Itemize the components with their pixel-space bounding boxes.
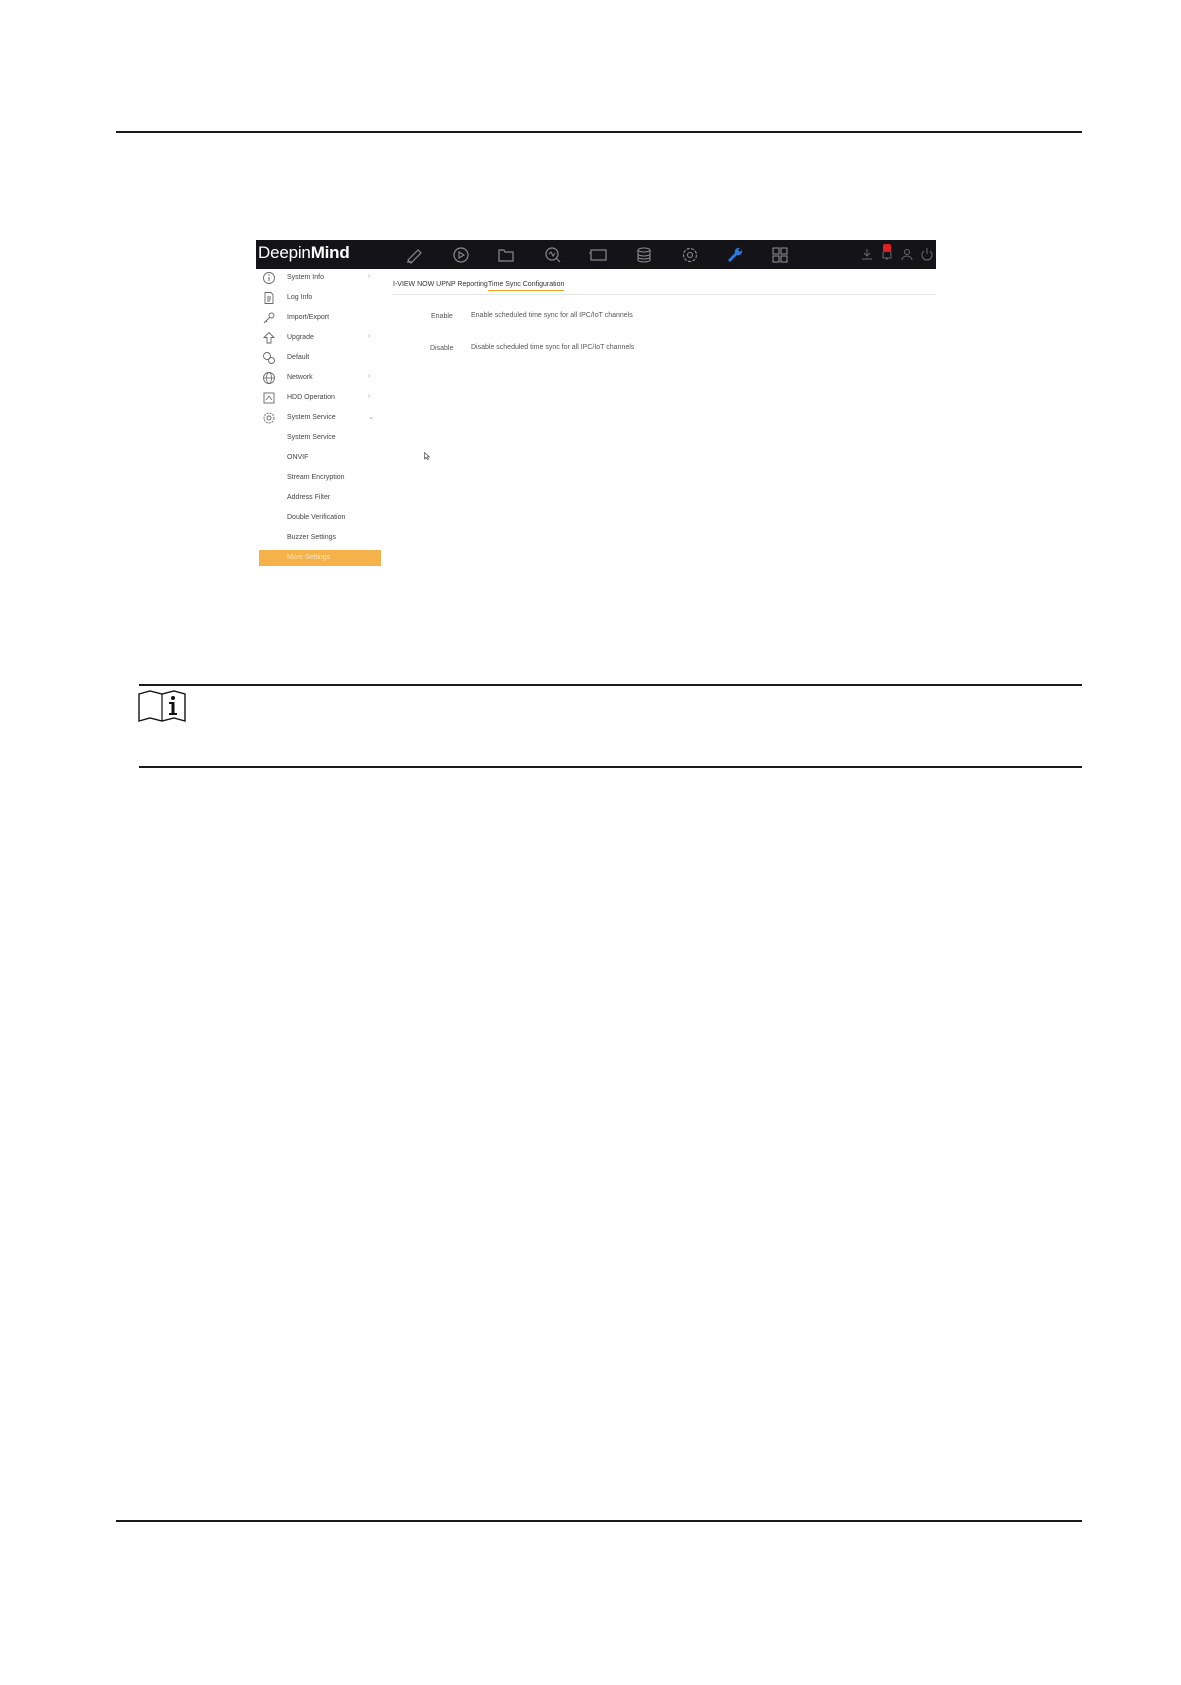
sidebar-item-log-info[interactable]: Log Info — [256, 289, 381, 308]
sidebar-item-label: Default — [287, 354, 310, 361]
app-screenshot: DeepinMind System Info › Log Info Import… — [256, 240, 936, 622]
top-bar: DeepinMind — [256, 240, 936, 269]
sidebar-item-default[interactable]: Default — [256, 349, 381, 368]
sidebar-item-upgrade[interactable]: Upgrade › — [256, 329, 381, 348]
download-icon[interactable] — [860, 247, 874, 261]
playback-icon[interactable] — [451, 245, 471, 265]
header-rule — [116, 131, 1082, 133]
sidebar-item-system-info[interactable]: System Info › — [256, 269, 381, 288]
globe-icon — [262, 371, 276, 385]
tab-time-sync-configuration[interactable]: Time Sync Configuration — [488, 281, 565, 291]
note-bottom-rule — [139, 766, 1082, 768]
sidebar-item-label: Network — [287, 374, 313, 381]
storage-icon[interactable] — [634, 245, 654, 265]
sidebar-item-label: Upgrade — [287, 334, 314, 341]
sidebar-item-hdd-operation[interactable]: HDD Operation › — [256, 389, 381, 408]
tab-upnp-reporting[interactable]: I-VIEW NOW UPNP Reporting — [393, 281, 488, 288]
mouse-cursor-icon — [424, 447, 431, 460]
chevron-right-icon: › — [368, 273, 371, 280]
chevron-down-icon: ⌄ — [368, 414, 374, 421]
chevron-right-icon: › — [368, 373, 371, 380]
chevron-right-icon: › — [368, 333, 371, 340]
enable-description: Enable scheduled time sync for all IPC/I… — [471, 312, 633, 319]
sidebar: System Info › Log Info Import/Export Upg… — [256, 269, 381, 622]
more-grid-icon[interactable] — [770, 245, 790, 265]
alarm-badge — [883, 244, 891, 252]
sidebar-subitem-label: Double Verification — [287, 514, 346, 521]
sidebar-item-label: Import/Export — [287, 314, 330, 321]
display-icon[interactable] — [588, 245, 608, 265]
sidebar-subitem-label: ONVIF — [287, 454, 309, 461]
power-icon[interactable] — [920, 247, 934, 261]
smart-analysis-icon[interactable] — [543, 245, 563, 265]
note-info-icon — [138, 690, 186, 722]
key-icon — [262, 311, 276, 325]
sidebar-subitem-onvif[interactable]: ONVIF — [256, 449, 381, 468]
sidebar-item-label: HDD Operation — [287, 394, 335, 401]
sidebar-item-label: Log Info — [287, 294, 313, 301]
note-top-rule — [139, 684, 1082, 686]
hdd-icon — [262, 391, 276, 405]
sidebar-subitem-address-filter[interactable]: Address Filter — [256, 489, 381, 508]
sidebar-subitem-double-verification[interactable]: Double Verification — [256, 509, 381, 528]
sidebar-subitem-label: More Settings — [287, 554, 331, 561]
sidebar-subitem-label: Buzzer Settings — [287, 534, 337, 541]
service-icon — [262, 411, 276, 425]
app-logo: DeepinMind — [258, 243, 350, 262]
enable-button[interactable]: Enable — [431, 313, 453, 320]
sidebar-subitem-label: Address Filter — [287, 494, 331, 501]
sidebar-subitem-system-service[interactable]: System Service — [256, 429, 381, 448]
chevron-right-icon: › — [368, 393, 371, 400]
maintenance-wrench-icon[interactable] — [725, 245, 745, 265]
file-folder-icon[interactable] — [496, 245, 516, 265]
content-panel: I-VIEW NOW UPNP Reporting Time Sync Conf… — [393, 269, 936, 622]
sidebar-item-label: System Info — [287, 274, 324, 281]
sidebar-subitem-label: Stream Encryption — [287, 474, 345, 481]
sidebar-subitem-more-settings[interactable]: More Settings — [259, 550, 381, 566]
sidebar-subitem-stream-encryption[interactable]: Stream Encryption — [256, 469, 381, 488]
sidebar-item-system-service[interactable]: System Service ⌄ — [256, 409, 381, 428]
disable-description: Disable scheduled time sync for all IPC/… — [471, 344, 635, 351]
settings-gear-icon[interactable] — [680, 245, 700, 265]
sidebar-subitem-buzzer-settings[interactable]: Buzzer Settings — [256, 529, 381, 548]
document-icon — [262, 291, 276, 305]
footer-rule — [116, 1520, 1082, 1522]
upgrade-icon — [262, 331, 276, 345]
default-icon — [262, 351, 276, 365]
sidebar-item-label: System Service — [287, 414, 336, 421]
sidebar-subitem-label: System Service — [287, 434, 336, 441]
user-icon[interactable] — [900, 247, 914, 261]
sidebar-item-network[interactable]: Network › — [256, 369, 381, 388]
sidebar-item-import-export[interactable]: Import/Export — [256, 309, 381, 328]
tab-divider — [393, 294, 936, 295]
live-view-icon[interactable] — [404, 245, 424, 265]
info-icon — [262, 271, 276, 285]
disable-button[interactable]: Disable — [430, 345, 453, 352]
